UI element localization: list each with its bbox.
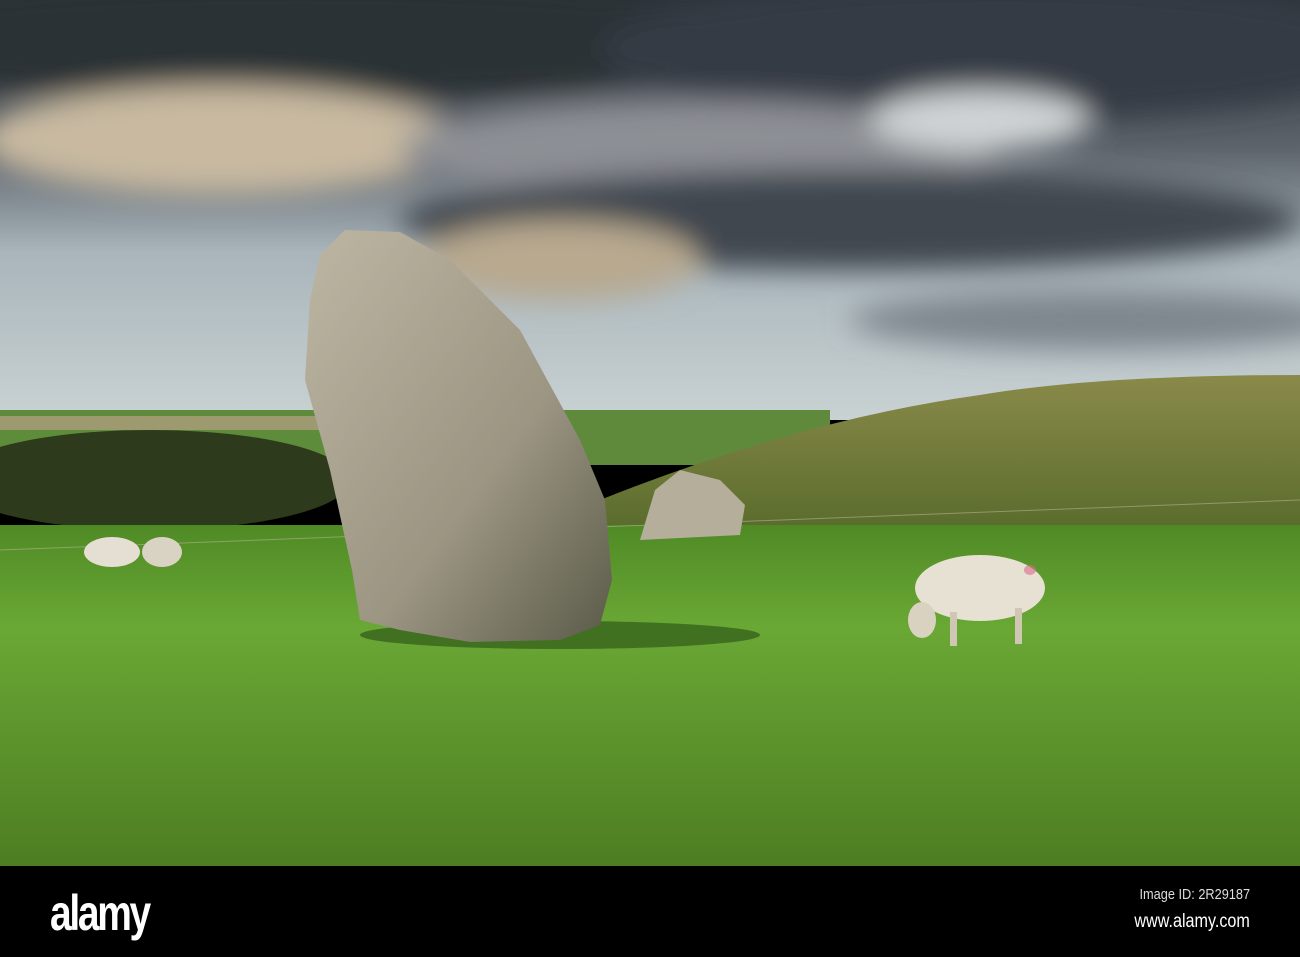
site-url: www.alamy.com — [1134, 911, 1250, 932]
alamy-logo: alamy — [50, 885, 151, 941]
grass-field — [0, 525, 1300, 866]
watermark-bar: alamy Image ID: 2R29187 www.alamy.com — [0, 866, 1300, 957]
landscape-photo — [0, 0, 1300, 866]
sky — [0, 0, 1300, 420]
image-id: Image ID: 2R29187 — [1139, 886, 1250, 903]
